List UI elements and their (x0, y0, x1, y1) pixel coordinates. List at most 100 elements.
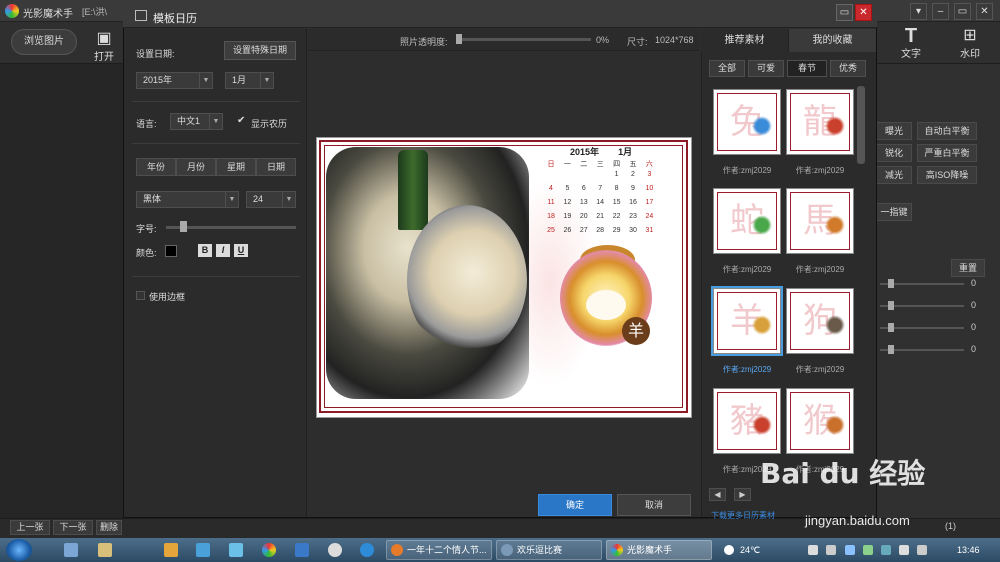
calendar-weekday: 四 (613, 161, 621, 168)
app-icon[interactable] (295, 543, 309, 557)
shield-icon[interactable] (845, 545, 855, 555)
year-select[interactable]: 2015年 ▼ (136, 72, 213, 89)
app-maximize-button[interactable]: ▭ (954, 3, 971, 20)
zodiac-badge: 羊 (622, 317, 650, 345)
template-thumbnail[interactable]: 兔 (713, 89, 781, 155)
desktop-icon[interactable] (64, 543, 78, 557)
tray-icon[interactable] (917, 545, 927, 555)
opacity-slider-knob[interactable] (456, 34, 462, 44)
strict-white-balance-button[interactable]: 严重白平衡 (917, 144, 977, 162)
category-cute[interactable]: 可爱 (748, 60, 784, 77)
template-thumbnail[interactable]: 狗 (786, 288, 854, 354)
category-excellent[interactable]: 优秀 (830, 60, 866, 77)
tab-favorites[interactable]: 我的收藏 (788, 29, 876, 52)
template-thumbnail[interactable]: 豬 (713, 388, 781, 454)
font-select[interactable]: 黑体 ▼ (136, 191, 239, 208)
calendar-settings-panel (124, 29, 307, 517)
calendar-day: 29 (612, 227, 621, 234)
app-logo-icon (611, 544, 623, 556)
tray-icon[interactable] (826, 545, 836, 555)
weather-icon[interactable] (724, 545, 734, 555)
calendar-day: 30 (629, 227, 637, 234)
network-icon[interactable] (808, 545, 818, 555)
category-spring-festival[interactable]: 春节 (787, 60, 827, 77)
calendar-weekday: 五 (629, 161, 637, 168)
underline-button[interactable]: U (234, 244, 248, 257)
app-menu-icon[interactable]: ▾ (910, 3, 927, 20)
color-swatch[interactable] (165, 245, 177, 257)
app-icon[interactable] (196, 543, 210, 557)
taskbar-task-browser[interactable]: 一年十二个情人节... (386, 540, 492, 560)
one-key-button[interactable]: 一指键 (876, 203, 912, 221)
reset-button[interactable]: 重置 (951, 259, 985, 277)
shield-icon[interactable] (863, 545, 873, 555)
template-scrollbar[interactable] (857, 86, 865, 164)
calendar-day: 24 (645, 213, 654, 220)
exposure-button[interactable]: 曝光 (876, 122, 912, 140)
ok-button[interactable]: 确定 (538, 494, 612, 516)
explorer-icon[interactable] (98, 543, 112, 557)
bold-button[interactable]: B (198, 244, 212, 257)
category-all[interactable]: 全部 (709, 60, 745, 77)
auto-white-balance-button[interactable]: 自动白平衡 (917, 122, 977, 140)
size-slider-knob[interactable] (180, 221, 187, 232)
opacity-slider-track[interactable] (456, 38, 591, 41)
app-icon[interactable] (262, 543, 276, 557)
font-value: 黑体 (143, 194, 162, 204)
watermark-tool-button[interactable]: ⊞ 水印 (956, 27, 984, 60)
app-close-button[interactable]: ✕ (976, 3, 993, 20)
next-image-button[interactable]: 下一张 (53, 520, 93, 535)
tab-recommended[interactable]: 推荐素材 (701, 29, 788, 52)
adjust-slider-3[interactable]: 0 (880, 322, 980, 333)
adjust-slider-1[interactable]: 0 (880, 278, 980, 289)
tab-year[interactable]: 年份 (136, 158, 176, 176)
app-minimize-button[interactable]: – (932, 3, 949, 20)
tab-month[interactable]: 月份 (176, 158, 216, 176)
adjust-value-3: 0 (970, 322, 976, 332)
tab-weekday[interactable]: 星期 (216, 158, 256, 176)
dim-button[interactable]: 减光 (876, 166, 912, 184)
template-thumbnail[interactable]: 龍 (786, 89, 854, 155)
adjust-slider-4[interactable]: 0 (880, 344, 980, 355)
text-tool-button[interactable]: T 文字 (897, 26, 925, 60)
template-author: 作者:zmj2029 (722, 365, 772, 374)
use-border-checkbox[interactable] (136, 291, 145, 300)
show-lunar-checkbox[interactable]: ✔ (237, 116, 247, 126)
cancel-button[interactable]: 取消 (617, 494, 691, 516)
start-button[interactable] (6, 539, 32, 561)
delete-image-button[interactable]: 删除 (96, 520, 122, 535)
tray-icon[interactable] (881, 545, 891, 555)
taskbar-task-game[interactable]: 欢乐逗比赛 (496, 540, 602, 560)
open-button[interactable]: ▣ 打开 (90, 30, 118, 63)
volume-icon[interactable] (899, 545, 909, 555)
calendar-day: 14 (596, 199, 605, 206)
sharpen-button[interactable]: 锐化 (876, 144, 912, 162)
special-date-button[interactable]: 设置特殊日期 (224, 41, 296, 60)
template-next-button[interactable]: ▶ (734, 488, 751, 501)
more-templates-link[interactable]: 下载更多日历素材 (711, 510, 775, 521)
template-thumbnail[interactable]: 羊 (711, 286, 783, 356)
browse-images-button[interactable]: 浏览图片 (11, 29, 77, 55)
language-select[interactable]: 中文1 ▼ (170, 113, 223, 130)
dialog-restore-button[interactable]: ▭ (836, 4, 853, 21)
calendar-weekday: 二 (580, 161, 588, 168)
calendar-weekday: 三 (596, 161, 604, 168)
high-iso-denoise-button[interactable]: 高ISO降噪 (917, 166, 977, 184)
search-icon[interactable] (229, 543, 243, 557)
template-prev-button[interactable]: ◀ (709, 488, 726, 501)
italic-button[interactable]: I (216, 244, 230, 257)
taskbar-task-photo-app[interactable]: 光影魔术手 (606, 540, 712, 560)
month-select[interactable]: 1月 ▼ (225, 72, 274, 89)
font-size-select[interactable]: 24 ▼ (246, 191, 296, 208)
template-thumbnail[interactable]: 蛇 (713, 188, 781, 254)
media-player-icon[interactable] (360, 543, 374, 557)
tab-date[interactable]: 日期 (256, 158, 296, 176)
adjust-slider-2[interactable]: 0 (880, 300, 980, 311)
dialog-close-button[interactable]: ✕ (855, 4, 872, 21)
template-thumbnail[interactable]: 猴 (786, 388, 854, 454)
app-icon[interactable] (164, 543, 178, 557)
app-icon[interactable] (328, 543, 342, 557)
prev-image-button[interactable]: 上一张 (10, 520, 50, 535)
template-thumbnail[interactable]: 馬 (786, 188, 854, 254)
calendar-day: 27 (579, 227, 588, 234)
